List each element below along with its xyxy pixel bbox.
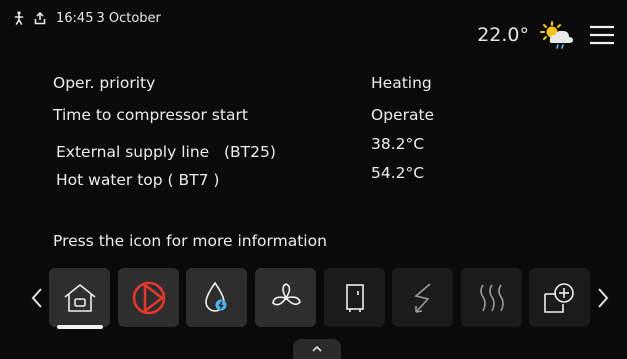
home-icon [62,282,98,314]
compressor-start-label: Time to compressor start [53,106,248,124]
tile-accessory[interactable] [529,268,590,327]
partly-sunny-rain-icon[interactable] [539,20,575,50]
external-supply-label: External supply line (BT25) [56,143,276,161]
tile-home[interactable] [49,268,110,327]
icon-tray [0,264,627,334]
header-right: 22.0° [477,20,615,50]
pull-up-tab[interactable] [293,339,341,359]
compressor-icon [131,280,167,316]
hot-water-icon [202,281,232,315]
heating-icon [475,282,509,314]
tile-electric-heater[interactable] [392,268,453,327]
active-tile-indicator [57,325,103,329]
external-supply-value: 38.2°C [371,135,425,153]
hint-text: Press the icon for more information [53,232,327,250]
oper-priority-value: Heating [371,74,432,92]
chevron-up-icon [311,339,323,359]
tile-ventilation[interactable] [255,268,316,327]
outdoor-temperature[interactable]: 22.0° [477,24,529,46]
electric-heater-icon [410,281,436,315]
hamburger-menu-icon[interactable] [589,24,615,46]
tank-icon [344,282,366,314]
tile-tank[interactable] [324,268,385,327]
status-date: 3 October [96,10,161,26]
person-icon [14,11,24,25]
upload-icon [34,11,46,25]
tile-heating[interactable] [461,268,522,327]
compressor-start-value: Operate [371,106,435,124]
hot-water-top-value: 54.2°C [371,164,425,182]
status-bar: 16:45 3 October [14,7,161,29]
oper-priority-label: Oper. priority [53,74,156,92]
status-time: 16:45 [56,10,94,26]
fan-icon [269,281,303,315]
hot-water-top-label: Hot water top ( BT7 ) [56,171,220,189]
add-accessory-icon [542,281,578,315]
tile-hot-water[interactable] [186,268,247,327]
tile-compressor[interactable] [118,268,179,327]
